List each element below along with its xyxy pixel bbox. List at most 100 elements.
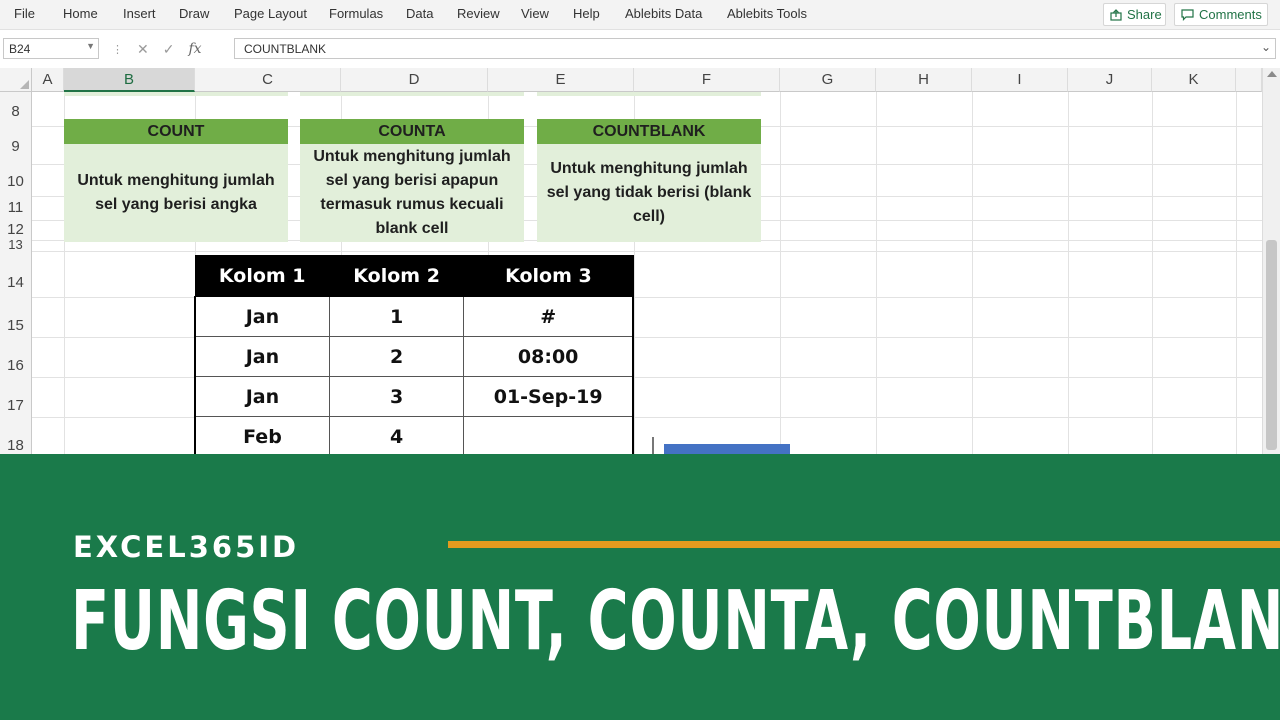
scroll-up-icon[interactable] <box>1267 71 1277 77</box>
table-header-cell[interactable]: Kolom 2 <box>328 255 465 297</box>
share-button[interactable]: Share <box>1103 3 1166 26</box>
counta-box-text: Untuk menghitung jumlah sel yang berisi … <box>300 144 524 242</box>
table-header-row: Kolom 1 Kolom 2 Kolom 3 <box>194 255 634 297</box>
table-row: Jan 1 # <box>193 296 635 337</box>
table-cell[interactable]: Jan <box>193 296 330 337</box>
gridline <box>876 92 877 454</box>
row-header-8[interactable]: 8 <box>0 92 32 126</box>
table-cell[interactable]: 3 <box>328 376 465 417</box>
row-header-13[interactable]: 13 <box>0 238 32 251</box>
row-header-14[interactable]: 14 <box>0 251 32 297</box>
orange-divider <box>448 541 1280 548</box>
row-header-10[interactable]: 10 <box>0 164 32 196</box>
tab-home[interactable]: Home <box>63 6 98 21</box>
countblank-box-description: Untuk menghitung jumlah sel yang tidak b… <box>546 160 752 225</box>
column-header-h[interactable]: H <box>876 68 972 92</box>
share-icon <box>1110 8 1122 21</box>
formula-icons: ⋮ ✕ ✓ fx <box>112 40 202 58</box>
row-header-18[interactable]: 18 <box>0 417 32 454</box>
tab-ablebits-data[interactable]: Ablebits Data <box>625 6 702 21</box>
counta-box-description: Untuk menghitung jumlah sel yang berisi … <box>313 148 511 237</box>
table-header-cell[interactable]: Kolom 1 <box>194 255 330 297</box>
column-header-d[interactable]: D <box>341 68 488 92</box>
enter-icon[interactable]: ✓ <box>163 41 175 58</box>
row-header-17[interactable]: 17 <box>0 377 32 417</box>
table-cell[interactable]: 1 <box>328 296 465 337</box>
table-cell[interactable] <box>463 416 635 457</box>
countblank-box-title: COUNTBLANK <box>537 119 761 144</box>
box-top-band <box>300 92 524 96</box>
box-top-band <box>64 92 288 96</box>
gridline <box>780 92 781 454</box>
column-header-i[interactable]: I <box>972 68 1068 92</box>
select-all-corner[interactable] <box>0 68 32 92</box>
comments-button[interactable]: Comments <box>1174 3 1268 26</box>
gridline <box>972 92 973 454</box>
formula-bar: B24 ▼ ⋮ ✕ ✓ fx COUNTBLANK ⌄ <box>0 36 1280 61</box>
tab-ablebits-tools[interactable]: Ablebits Tools <box>727 6 807 21</box>
column-header-g[interactable]: G <box>780 68 876 92</box>
table-cell[interactable]: Jan <box>193 376 330 417</box>
data-table: Kolom 1 Kolom 2 Kolom 3 Jan 1 # Jan 2 08… <box>193 255 635 457</box>
formula-value: COUNTBLANK <box>244 42 327 56</box>
column-header-c[interactable]: C <box>195 68 341 92</box>
table-cell[interactable]: 01-Sep-19 <box>463 376 635 417</box>
chevron-down-icon[interactable]: ▼ <box>86 41 95 51</box>
table-row: Jan 2 08:00 <box>193 336 635 377</box>
text-cursor <box>652 437 654 454</box>
box-top-band <box>537 92 761 96</box>
table-row: Feb 4 <box>193 416 635 457</box>
count-box-text: Untuk menghitung jumlah sel yang berisi … <box>64 144 288 242</box>
count-box-description: Untuk menghitung jumlah sel yang berisi … <box>77 172 275 213</box>
table-header-cell[interactable]: Kolom 3 <box>463 255 634 297</box>
count-box-title: COUNT <box>64 119 288 144</box>
expand-formula-icon[interactable]: ⌄ <box>1261 40 1271 54</box>
row-header-11[interactable]: 11 <box>0 196 32 220</box>
tab-draw[interactable]: Draw <box>179 6 209 21</box>
table-row: Jan 3 01-Sep-19 <box>193 376 635 417</box>
headline: FUNGSI COUNT, COUNTA, COUNTBLANK <box>71 574 1280 669</box>
countblank-box-text: Untuk menghitung jumlah sel yang tidak b… <box>537 144 761 242</box>
column-header-next[interactable] <box>1236 68 1262 92</box>
gridline <box>32 251 1262 252</box>
row-header-16[interactable]: 16 <box>0 337 32 377</box>
tab-file[interactable]: File <box>14 6 35 21</box>
column-header-j[interactable]: J <box>1068 68 1152 92</box>
cancel-icon[interactable]: ✕ <box>137 41 149 58</box>
row-header-9[interactable]: 9 <box>0 126 32 164</box>
row-header-15[interactable]: 15 <box>0 297 32 337</box>
table-cell[interactable]: 08:00 <box>463 336 635 377</box>
table-cell[interactable]: 4 <box>328 416 465 457</box>
column-header-e[interactable]: E <box>488 68 634 92</box>
gridline <box>1236 92 1237 454</box>
tab-insert[interactable]: Insert <box>123 6 156 21</box>
tab-page-layout[interactable]: Page Layout <box>234 6 307 21</box>
counta-box-title: COUNTA <box>300 119 524 144</box>
tab-data[interactable]: Data <box>406 6 433 21</box>
comments-label: Comments <box>1199 7 1262 22</box>
gridline <box>1068 92 1069 454</box>
table-cell[interactable]: Jan <box>193 336 330 377</box>
table-cell[interactable]: Feb <box>193 416 330 457</box>
vertical-scrollbar[interactable] <box>1262 68 1280 454</box>
ribbon-tab-bar: File Home Insert Draw Page Layout Formul… <box>0 0 1280 30</box>
tab-view[interactable]: View <box>521 6 549 21</box>
column-header-f[interactable]: F <box>634 68 780 92</box>
table-cell[interactable]: # <box>463 296 635 337</box>
formula-input[interactable]: COUNTBLANK ⌄ <box>234 38 1276 59</box>
drag-handle-icon: ⋮ <box>112 43 123 56</box>
insert-function-icon[interactable]: fx <box>188 41 201 57</box>
table-cell[interactable]: 2 <box>328 336 465 377</box>
tab-review[interactable]: Review <box>457 6 500 21</box>
tab-formulas[interactable]: Formulas <box>329 6 383 21</box>
brand-name: EXCEL365ID <box>73 530 300 564</box>
column-header-k[interactable]: K <box>1152 68 1236 92</box>
name-box-value: B24 <box>9 42 31 56</box>
column-header-a[interactable]: A <box>32 68 64 92</box>
share-label: Share <box>1127 7 1162 22</box>
gridline <box>1152 92 1153 454</box>
scroll-thumb[interactable] <box>1266 240 1277 450</box>
tab-help[interactable]: Help <box>573 6 600 21</box>
name-box[interactable]: B24 ▼ <box>3 38 99 59</box>
column-header-b[interactable]: B <box>64 68 195 92</box>
